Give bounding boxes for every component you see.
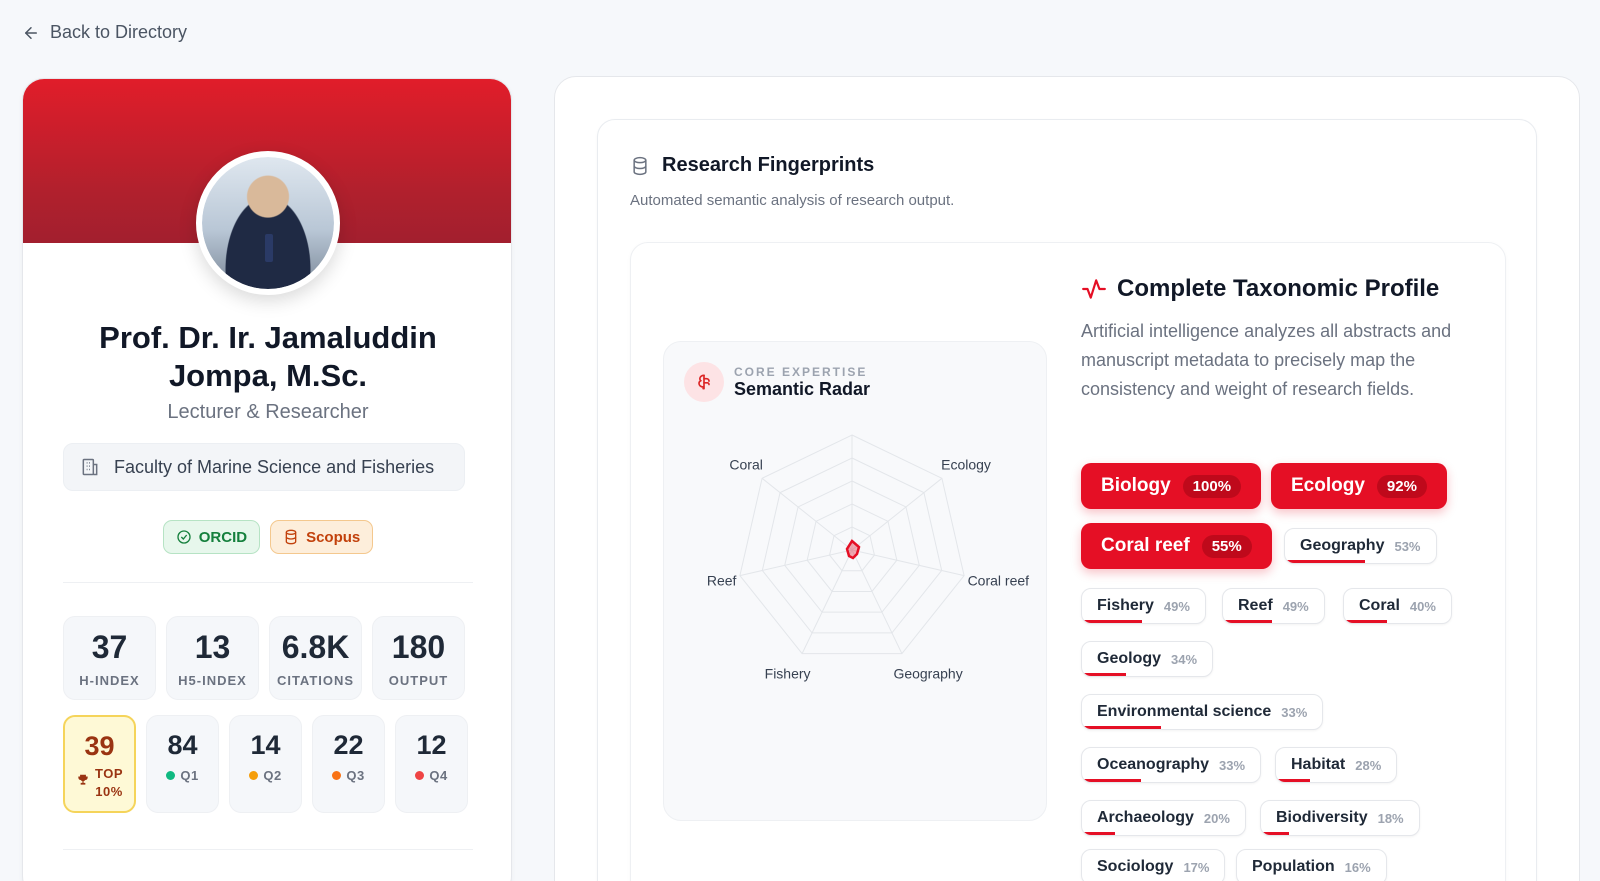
tag-archaeology[interactable]: Archaeology 20%: [1081, 800, 1246, 836]
radar-kicker: CORE EXPERTISE: [734, 364, 868, 379]
taxonomic-title: Complete Taxonomic Profile: [1081, 275, 1481, 303]
orcid-badge[interactable]: ORCID: [162, 520, 261, 554]
orcid-label: ORCID: [198, 528, 248, 546]
check-circle-icon: [177, 530, 191, 544]
building-icon: [82, 458, 98, 476]
tag-coral-reef[interactable]: Coral reef 55%: [1081, 523, 1272, 569]
q4-stat: 12 Q4: [395, 715, 468, 813]
top-percent-stat: 39 TOP 10%: [63, 715, 136, 813]
tag-sociology[interactable]: Sociology 17%: [1081, 849, 1226, 881]
radar-spoke: [801, 549, 853, 654]
tag-oceanography[interactable]: Oceanography 33%: [1081, 747, 1262, 783]
semantic-radar-chart: BiologyEcologyCoral reefGeographyFishery…: [707, 434, 1030, 681]
radar-value-shape: [845, 539, 861, 560]
arrow-left-icon: [25, 26, 37, 39]
section-title-text: Research Fingerprints: [662, 154, 875, 176]
radar-axis-label: Coral: [729, 457, 762, 473]
tag-habitat[interactable]: Habitat 28%: [1275, 747, 1398, 783]
scopus-label: Scopus: [306, 528, 361, 546]
section-subtitle: Automated semantic analysis of research …: [630, 192, 955, 209]
profile-card: Prof. Dr. Ir. Jamaluddin Jompa, M.Sc. Le…: [22, 78, 512, 881]
radar-axis-label: Fishery: [765, 665, 811, 681]
database-icon: [285, 529, 297, 545]
radar-axis-label: Ecology: [941, 457, 991, 473]
tag-geography[interactable]: Geography 53%: [1284, 528, 1437, 564]
faculty-chip: Faculty of Marine Science and Fisheries: [63, 443, 465, 491]
taxonomic-profile: Complete Taxonomic Profile Artificial in…: [1081, 275, 1481, 404]
radar-title: Semantic Radar: [734, 378, 871, 399]
back-to-directory-link[interactable]: Back to Directory: [22, 22, 187, 43]
analysis-card: CORE EXPERTISE Semantic Radar BiologyEco…: [630, 242, 1506, 881]
tag-weight-bar: [1344, 620, 1387, 623]
output-stat: 180 OUTPUT: [372, 616, 465, 700]
tag-weight-bar: [1223, 620, 1273, 623]
tag-reef[interactable]: Reef 49%: [1222, 588, 1325, 624]
tag-fishery[interactable]: Fishery 49%: [1081, 588, 1206, 624]
tag-geology[interactable]: Geology 34%: [1081, 641, 1214, 677]
h5-index-stat: 13 H5-INDEX: [166, 616, 259, 700]
radar-axis-label: Coral reef: [968, 572, 1030, 588]
profile-role: Lecturer & Researcher: [167, 401, 369, 423]
activity-icon: [1082, 279, 1106, 299]
semantic-radar-card: CORE EXPERTISE Semantic Radar BiologyEco…: [663, 341, 1047, 821]
tag-weight-bar: [1082, 620, 1143, 623]
profile-badges: ORCID Scopus: [23, 520, 511, 554]
research-fingerprints-card: Research Fingerprints Automated semantic…: [597, 119, 1537, 881]
section-title: Research Fingerprints: [630, 154, 874, 177]
tag-weight-bar: [1082, 779, 1141, 782]
q1-stat: 84 Q1: [146, 715, 219, 813]
back-label: Back to Directory: [50, 22, 188, 42]
taxonomic-title-text: Complete Taxonomic Profile: [1117, 275, 1440, 302]
tag-weight-bar: [1276, 779, 1310, 782]
tag-weight-bar: [1082, 673, 1127, 676]
radar-header: CORE EXPERTISE Semantic Radar: [684, 362, 870, 402]
metrics-row: 37 H-INDEX 13 H5-INDEX 6.8K CITATIONS 180 OU…: [63, 616, 465, 700]
tag-biodiversity[interactable]: Biodiversity 18%: [1260, 800, 1420, 836]
radar-spoke: [851, 549, 903, 654]
brain-icon: [684, 362, 724, 402]
database-icon: [633, 156, 647, 175]
tag-weight-bar: [1261, 832, 1290, 835]
main-panel: Research Fingerprints Automated semantic…: [554, 76, 1580, 881]
divider: [63, 582, 473, 583]
radar-axis-label: Geography: [893, 665, 962, 681]
profile-name: Prof. Dr. Ir. Jamaluddin Jompa, M.Sc.: [99, 320, 437, 393]
q2-stat: 14 Q2: [229, 715, 302, 813]
quartile-row: 39 TOP 10% 84 Q1 14 Q2 22 Q3 12 Q4: [63, 715, 468, 813]
avatar: [196, 151, 340, 295]
tag-ecology[interactable]: Ecology 92%: [1271, 463, 1447, 509]
tag-weight-bar: [1285, 560, 1365, 563]
trophy-icon: [78, 774, 88, 785]
tag-weight-bar: [1082, 832, 1115, 835]
h-index-stat: 37 H-INDEX: [63, 616, 156, 700]
q3-stat: 22 Q3: [312, 715, 385, 813]
faculty-label: Faculty of Marine Science and Fisheries: [114, 456, 435, 477]
scopus-badge[interactable]: Scopus: [270, 520, 374, 554]
tag-environmental-science[interactable]: Environmental science 33%: [1081, 694, 1324, 730]
tag-weight-bar: [1082, 726, 1162, 729]
tag-population[interactable]: Population 16%: [1236, 849, 1387, 881]
tag-biology[interactable]: Biology 100%: [1081, 463, 1262, 509]
divider: [63, 849, 473, 850]
tag-coral[interactable]: Coral 40%: [1343, 588, 1452, 624]
radar-axis-label: Reef: [707, 572, 737, 588]
taxonomic-description: Artificial intelligence analyzes all abs…: [1081, 321, 1452, 399]
citations-stat: 6.8K CITATIONS: [269, 616, 362, 700]
